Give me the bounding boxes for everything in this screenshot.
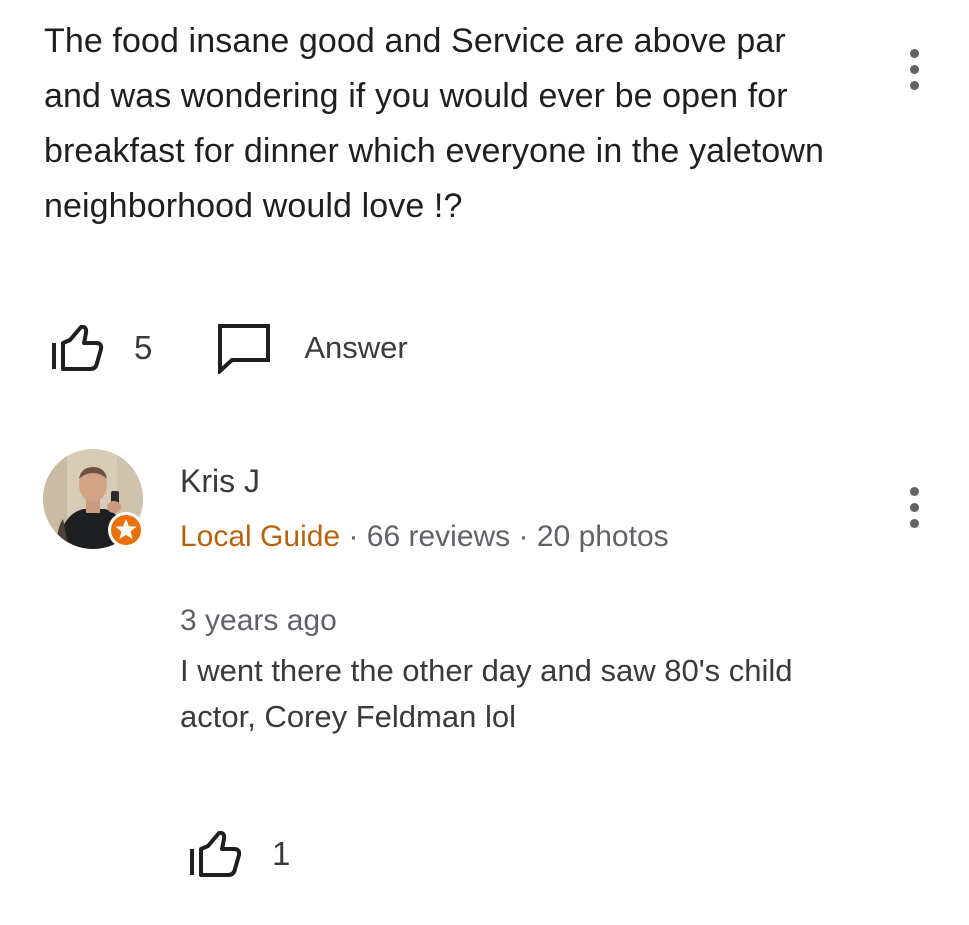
- review-count: 66 reviews: [366, 520, 511, 553]
- meta-separator: ·: [340, 520, 367, 553]
- meta-separator: ·: [510, 520, 537, 553]
- question-like-count: 5: [134, 329, 153, 366]
- more-vert-icon: [909, 48, 919, 58]
- comment-icon: [216, 322, 272, 374]
- thumbs-up-icon: [50, 323, 104, 373]
- local-guide-star-icon: [107, 511, 145, 549]
- more-vert-icon: [909, 486, 919, 496]
- thumbs-up-icon: [188, 829, 242, 879]
- answer-text: I went there the other day and saw 80's …: [180, 653, 793, 734]
- question-actions: 5 Answer: [50, 320, 408, 376]
- author-meta: Local Guide · 66 reviews · 20 photos: [180, 520, 669, 554]
- answer-timestamp: 3 years ago: [180, 604, 337, 637]
- author-name[interactable]: Kris J: [180, 463, 260, 500]
- photo-count: 20 photos: [536, 520, 669, 553]
- answer-button-label: Answer: [304, 330, 408, 365]
- answer-like-count: 1: [272, 835, 291, 872]
- question-more-options-button[interactable]: [899, 42, 929, 96]
- answer-more-options-button[interactable]: [899, 480, 929, 534]
- answer-button[interactable]: Answer: [216, 322, 408, 374]
- answer-actions: 1: [188, 826, 290, 882]
- answer-like-button[interactable]: 1: [188, 829, 290, 879]
- avatar[interactable]: [43, 449, 145, 551]
- local-guide-label: Local Guide: [180, 520, 341, 553]
- question-text: The food insane good and Service are abo…: [44, 22, 824, 225]
- question-like-button[interactable]: 5: [50, 323, 152, 373]
